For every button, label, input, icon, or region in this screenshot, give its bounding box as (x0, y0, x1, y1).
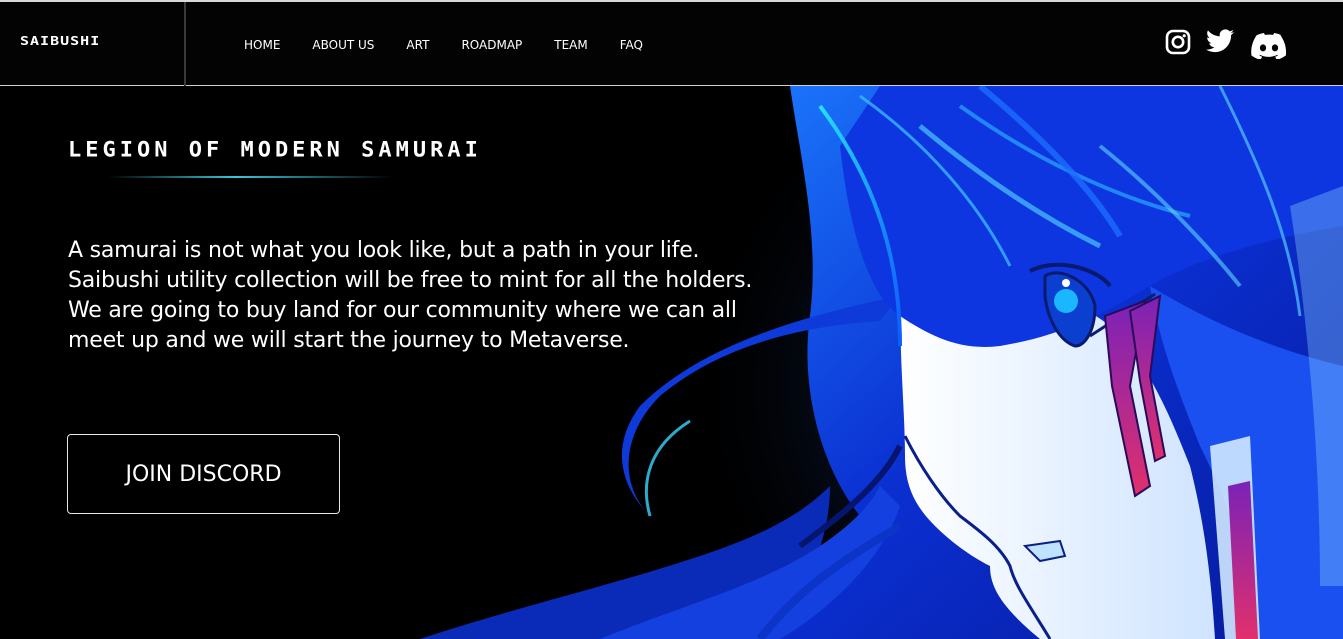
nav-roadmap[interactable]: ROADMAP (461, 38, 522, 52)
instagram-icon[interactable] (1165, 29, 1191, 59)
page: SAIBUSHI HOME ABOUT US ART ROADMAP TEAM … (0, 0, 1343, 639)
nav-team[interactable]: TEAM (554, 38, 587, 52)
hero-description: A samurai is not what you look like, but… (68, 238, 753, 353)
nav-art[interactable]: ART (406, 38, 429, 52)
nav-faq[interactable]: FAQ (620, 38, 643, 52)
title-underline (108, 176, 392, 178)
discord-icon[interactable] (1251, 33, 1287, 63)
twitter-icon[interactable] (1206, 29, 1234, 59)
header-divider (184, 2, 186, 86)
hero-illustration (420, 86, 1343, 639)
nav-home[interactable]: HOME (244, 38, 280, 52)
main-nav: HOME ABOUT US ART ROADMAP TEAM FAQ (244, 38, 643, 52)
join-discord-button[interactable]: JOIN DISCORD (67, 434, 340, 514)
nav-about-us[interactable]: ABOUT US (312, 38, 374, 52)
site-header: SAIBUSHI HOME ABOUT US ART ROADMAP TEAM … (0, 0, 1343, 86)
hero-title: LEGION OF MODERN SAMURAI (68, 138, 482, 163)
brand-logo[interactable]: SAIBUSHI (20, 33, 100, 48)
